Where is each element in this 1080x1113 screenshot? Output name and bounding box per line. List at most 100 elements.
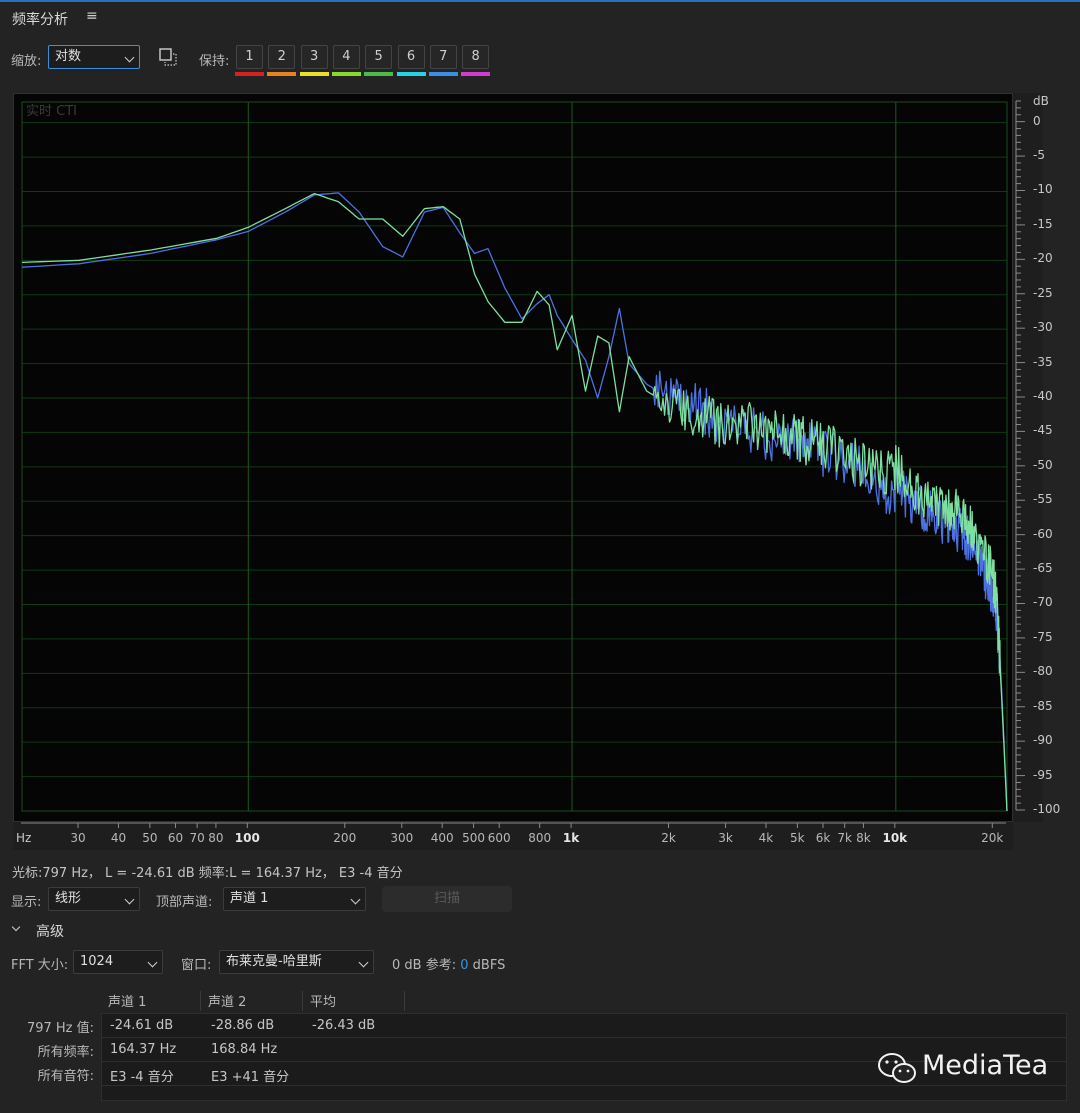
db-tick-label: -95 [1033,767,1053,782]
chevron-down-icon [358,957,369,968]
hold-label: 保持: [199,54,230,69]
table-cell: -26.43 dB [312,1018,376,1033]
db-tick-label: -10 [1033,182,1053,197]
scan-button[interactable]: 扫描 [382,886,512,912]
db-reference-value[interactable]: 0 [460,958,468,973]
hz-tick-label: 50 [142,831,157,845]
hold-color-swatch-4 [331,72,361,76]
db-tick-label: 0 [1033,113,1041,128]
spectrum-graph[interactable]: 实时 CTI [13,93,1013,822]
db-tick-label: -5 [1033,148,1045,163]
column-divider [200,991,201,1011]
hz-tick-label: 600 [488,831,511,845]
column-divider [302,991,303,1011]
db-reference-unit: dBFS [472,958,506,973]
hold-color-swatch-8 [461,72,491,76]
chevron-down-icon[interactable] [11,922,21,932]
zoom-select[interactable]: 对数 [48,45,140,69]
hz-tick-label: 5k [790,831,805,845]
top-channel-value: 声道 1 [230,891,269,906]
fft-size-value: 1024 [80,954,114,969]
table-row-label: 所有频率: [37,1045,94,1060]
hz-tick-label: 3k [718,831,733,845]
db-tick-label: -30 [1033,320,1053,335]
db-unit-label: dB [1033,94,1049,108]
wechat-icon [878,1052,918,1090]
panel-title: 频率分析 [12,12,68,28]
db-tick-label: -25 [1033,285,1053,300]
table-cell: E3 +41 音分 [211,1070,290,1085]
table-cell: -28.86 dB [211,1018,275,1033]
hz-tick-label: 500 [462,831,485,845]
hold-color-swatch-5 [364,72,394,76]
db-tick-label: -50 [1033,457,1053,472]
hold-color-swatch-6 [396,72,426,76]
top-channel-label: 顶部声道: [156,895,213,910]
hold-color-swatch-2 [267,72,297,76]
hold-button-2[interactable]: 2 [268,45,296,69]
db-tick-label: -35 [1033,354,1053,369]
hz-tick-label: 7k [837,831,852,845]
table-header-average: 平均 [310,995,337,1010]
table-row-label: 797 Hz 值: [26,1021,94,1036]
chevron-down-icon [350,894,361,905]
zoom-select-value: 对数 [55,49,82,64]
display-select-value: 线形 [55,891,82,906]
db-tick-label: -60 [1033,526,1053,541]
hold-color-swatch-1 [235,72,264,76]
hold-button-8[interactable]: 8 [462,45,490,69]
table-row-divider [101,1037,1067,1038]
display-select[interactable]: 线形 [48,887,140,911]
window-select[interactable]: 布莱克曼-哈里斯 [219,950,374,974]
chevron-down-icon [124,52,135,63]
realtime-cti-label: 实时 CTI [26,104,77,119]
hz-tick-label: 40 [111,831,126,845]
table-row-label: 所有音符: [37,1069,94,1084]
db-tick-label: -45 [1033,423,1053,438]
db-tick-label: -100 [1033,802,1061,816]
hz-tick-label: 60 [168,831,183,845]
panel-top-accent [0,0,1080,2]
hold-button-7[interactable]: 7 [429,45,457,69]
db-tick-label: -40 [1033,388,1053,403]
db-tick-label: -65 [1033,561,1053,576]
hold-button-6[interactable]: 6 [397,45,425,69]
hz-tick-label: 400 [431,831,454,845]
db-tick-label: -80 [1033,664,1053,679]
zoom-label: 缩放: [11,54,42,69]
hz-tick-label: 10k [882,831,908,845]
panel-menu-icon[interactable]: ≡ [86,8,98,24]
hz-tick-label: 300 [390,831,413,845]
hz-tick-label: 200 [333,831,356,845]
column-divider [404,991,405,1011]
spectrum-plot: 实时 CTI [14,94,1012,821]
table-header-channel-1: 声道 1 [108,995,147,1010]
hold-button-1[interactable]: 1 [236,45,263,69]
hz-tick-label: 100 [235,831,260,845]
db-reference-label: 0 dB 参考: [392,958,457,973]
hold-button-3[interactable]: 3 [300,45,328,69]
db-tick-label: -75 [1033,629,1053,644]
window-label: 窗口: [181,958,212,973]
hz-tick-label: 1k [563,831,580,845]
hold-button-4[interactable]: 4 [332,45,360,69]
hz-tick-label: 30 [70,831,85,845]
hold-button-5[interactable]: 5 [365,45,393,69]
hz-tick-label: 70 [190,831,205,845]
copy-icon[interactable] [158,47,180,67]
window-value: 布莱克曼-哈里斯 [226,954,322,969]
advanced-section-toggle[interactable]: 高级 [36,921,64,941]
hz-tick-label: 2k [661,831,676,845]
hz-tick-label: 4k [759,831,774,845]
fft-size-select[interactable]: 1024 [73,950,163,974]
hold-color-swatch-3 [299,72,329,76]
watermark-text: MediaTea [922,1050,1049,1081]
db-tick-label: -70 [1033,595,1053,610]
table-cell: 168.84 Hz [211,1042,278,1057]
chevron-down-icon [124,894,135,905]
table-row-divider [101,1085,1067,1086]
display-label: 显示: [11,895,42,910]
hz-tick-label: 20k [981,831,1003,845]
top-channel-select[interactable]: 声道 1 [223,887,366,911]
chevron-down-icon [147,957,158,968]
